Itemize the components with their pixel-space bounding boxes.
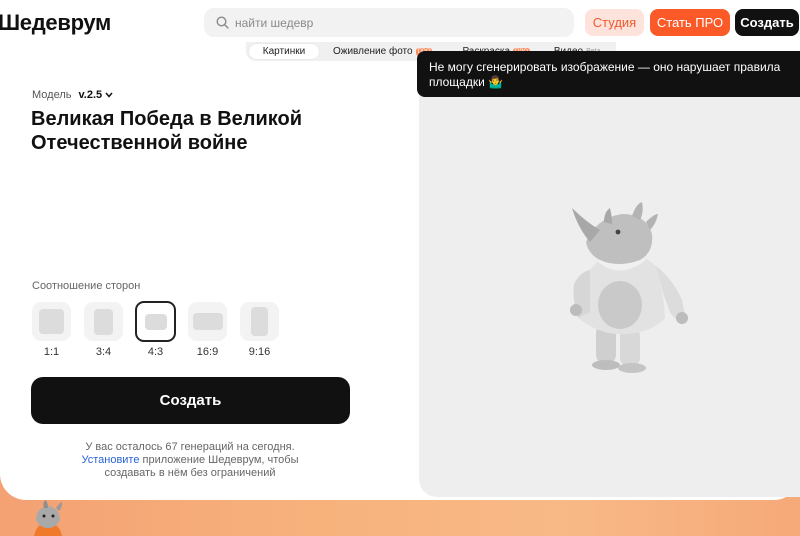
install-app-text: приложение Шедеврум, чтобы — [139, 454, 299, 466]
become-pro-button[interactable]: Стать ПРО — [650, 9, 730, 36]
error-notice-line2: площадки 🤷‍♂️ — [429, 75, 504, 89]
header-create-button[interactable]: Создать — [735, 9, 799, 36]
rhino-avatar[interactable] — [26, 500, 70, 536]
prompt-text[interactable]: Великая Победа в Великой Отечественной в… — [31, 107, 361, 155]
aspect-ratio-options: 1:1 3:4 4:3 16:9 9:16 — [32, 301, 279, 358]
main-card: Шедеврум Студия Стать ПРО Создать Картин… — [0, 0, 800, 500]
studio-button[interactable]: Студия — [585, 9, 644, 36]
ratio-option-3-4[interactable]: 3:4 — [84, 302, 123, 358]
tab-label: Оживление фото — [333, 46, 413, 57]
ratio-shape — [39, 309, 64, 334]
model-version: v.2.5 — [78, 89, 103, 101]
ratio-box — [188, 302, 227, 341]
ratio-label: 16:9 — [196, 346, 219, 358]
create-button[interactable]: Создать — [31, 377, 350, 424]
ratio-shape — [251, 307, 268, 336]
ratio-option-9-16[interactable]: 9:16 — [240, 302, 279, 358]
search-bar[interactable] — [204, 8, 574, 37]
install-app-link[interactable]: Установите — [81, 454, 139, 466]
search-icon — [216, 16, 229, 29]
ratio-box — [32, 302, 71, 341]
model-selector[interactable]: Модель v.2.5 — [32, 89, 113, 101]
ratio-option-4-3[interactable]: 4:3 — [135, 301, 176, 358]
install-app-text-2: создавать в нём без ограничений — [104, 467, 276, 479]
ratio-box — [135, 301, 176, 342]
generation-info: У вас осталось 67 генераций на сегодня. … — [30, 441, 350, 480]
aspect-ratio-title: Соотношение сторон — [32, 280, 141, 292]
ratio-shape — [192, 313, 223, 330]
generations-left-text: У вас осталось 67 генераций на сегодня. — [85, 441, 295, 453]
ratio-box — [84, 302, 123, 341]
rhino-illustration — [570, 202, 688, 373]
search-input[interactable] — [235, 15, 535, 30]
tab-label: Картинки — [262, 46, 306, 57]
ratio-label: 9:16 — [248, 346, 271, 358]
ratio-label: 3:4 — [95, 346, 112, 358]
tab-pictures[interactable]: Картинки — [249, 44, 319, 59]
ratio-box — [240, 302, 279, 341]
ratio-option-1-1[interactable]: 1:1 — [32, 302, 71, 358]
ratio-label: 1:1 — [43, 346, 60, 358]
chevron-down-icon — [105, 92, 113, 98]
error-notice-line1: Не могу сгенерировать изображение — оно … — [429, 60, 781, 74]
ratio-shape — [144, 313, 167, 330]
error-notice: Не могу сгенерировать изображение — оно … — [417, 51, 800, 97]
ratio-option-16-9[interactable]: 16:9 — [188, 302, 227, 358]
ratio-label: 4:3 — [147, 346, 164, 358]
logo[interactable]: Шедеврум — [0, 10, 111, 36]
model-label: Модель — [32, 89, 72, 101]
ratio-shape — [94, 308, 113, 335]
